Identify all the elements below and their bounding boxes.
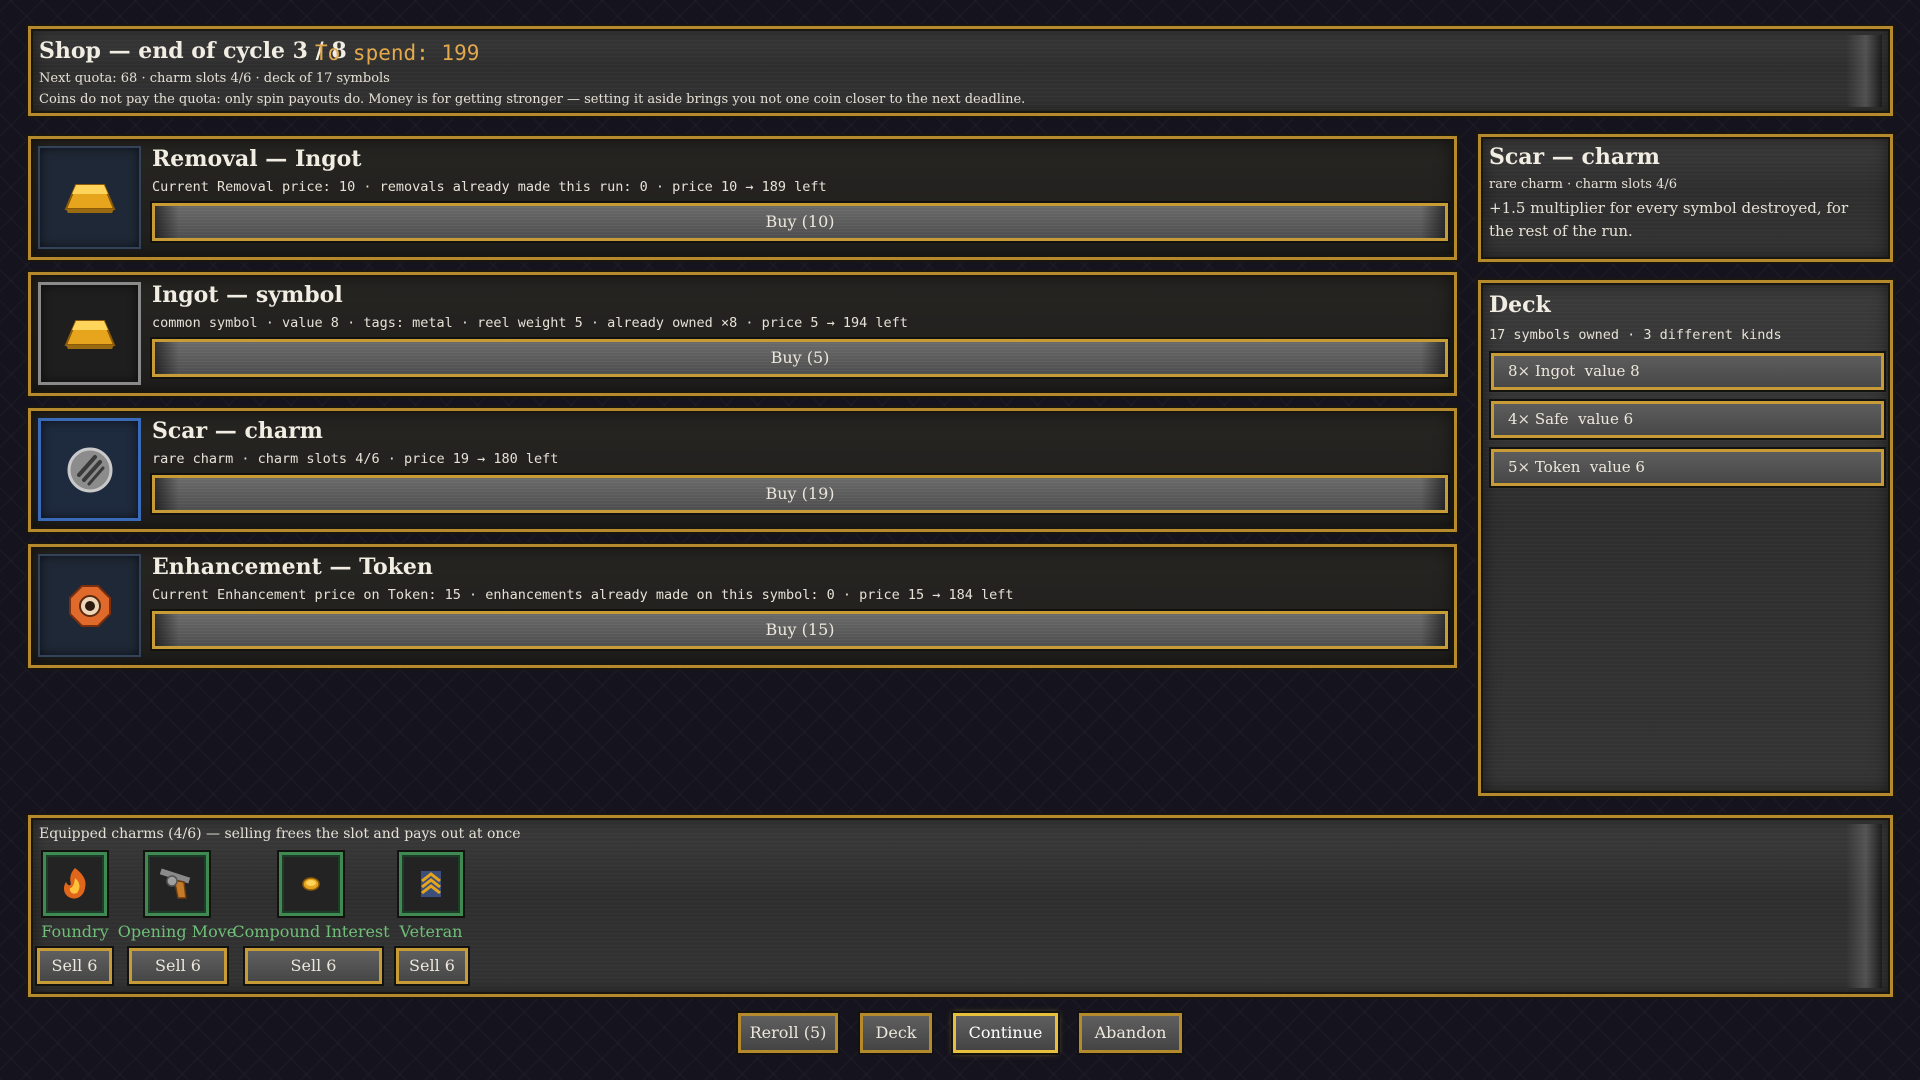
deck-panel: Deck 17 symbols owned · 3 different kind…	[1478, 280, 1893, 796]
equipped-charms-panel: Equipped charms (4/6) — selling frees th…	[28, 815, 1893, 997]
charm-veteran[interactable]	[399, 852, 463, 916]
foundry-icon	[63, 868, 86, 899]
deck-title: Deck	[1489, 292, 1551, 318]
sell-compound-interest-button[interactable]: Sell 6	[245, 948, 382, 984]
panel-edge-shade	[1846, 35, 1882, 107]
offer-title: Enhancement — Token	[152, 554, 433, 580]
offer-card-symbol: Ingot — symbol common symbol · value 8 ·…	[28, 272, 1457, 396]
offer-title: Ingot — symbol	[152, 282, 343, 308]
shop-header: Shop — end of cycle 3 / 8 To spend: 199 …	[28, 26, 1893, 116]
item-detail-panel: Scar — charm rare charm · charm slots 4/…	[1478, 134, 1893, 262]
offer-thumbnail	[38, 418, 141, 521]
detail-description: +1.5 multiplier for every symbol destroy…	[1489, 199, 1849, 240]
money-to-spend: To spend: 199	[315, 41, 480, 65]
quota-note: Coins do not pay the quota: only spin pa…	[39, 92, 1026, 107]
continue-button[interactable]: Continue	[953, 1013, 1058, 1053]
offer-thumbnail	[38, 282, 141, 385]
chevron-rank-icon	[421, 871, 441, 897]
sell-foundry-button[interactable]: Sell 6	[37, 948, 112, 984]
revolver-icon	[159, 868, 191, 899]
coin-icon	[302, 877, 320, 891]
offer-description: common symbol · value 8 · tags: metal · …	[152, 315, 908, 331]
sell-veteran-button[interactable]: Sell 6	[396, 948, 468, 984]
charms-title: Equipped charms (4/6) — selling frees th…	[39, 826, 521, 842]
offer-card-enhancement: Enhancement — Token Current Enhancement …	[28, 544, 1457, 668]
token-icon	[68, 584, 111, 627]
buy-removal-button[interactable]: Buy (10)	[152, 203, 1448, 241]
buy-charm-button[interactable]: Buy (19)	[152, 475, 1448, 513]
quota-info: Next quota: 68 · charm slots 4/6 · deck …	[39, 71, 390, 86]
offer-description: Current Enhancement price on Token: 15 ·…	[152, 587, 1014, 603]
deck-button[interactable]: Deck	[860, 1013, 932, 1053]
sell-opening-move-button[interactable]: Sell 6	[129, 948, 227, 984]
detail-subtitle: rare charm · charm slots 4/6	[1489, 177, 1678, 192]
panel-edge-shade	[1846, 824, 1882, 988]
gold-ingot-icon	[64, 183, 115, 213]
deck-summary: 17 symbols owned · 3 different kinds	[1489, 327, 1782, 343]
gold-ingot-icon	[64, 319, 115, 349]
deck-item-token[interactable]: 5× Token value 6	[1491, 449, 1884, 486]
offer-description: rare charm · charm slots 4/6 · price 19 …	[152, 451, 559, 467]
deck-item-safe[interactable]: 4× Safe value 6	[1491, 401, 1884, 438]
offer-title: Removal — Ingot	[152, 146, 362, 172]
page-title: Shop — end of cycle 3 / 8	[39, 38, 347, 64]
detail-title: Scar — charm	[1489, 144, 1660, 170]
offer-thumbnail	[38, 146, 141, 249]
abandon-button[interactable]: Abandon	[1079, 1013, 1182, 1053]
charm-name: Veteran	[399, 922, 463, 941]
reroll-button[interactable]: Reroll (5)	[738, 1013, 838, 1053]
offer-thumbnail	[38, 554, 141, 657]
buy-enhancement-button[interactable]: Buy (15)	[152, 611, 1448, 649]
charm-compound-interest[interactable]	[279, 852, 343, 916]
charm-name: Opening Move	[117, 922, 237, 941]
deck-item-ingot[interactable]: 8× Ingot value 8	[1491, 353, 1884, 390]
offer-title: Scar — charm	[152, 418, 323, 444]
offer-card-charm: Scar — charm rare charm · charm slots 4/…	[28, 408, 1457, 532]
charm-name: Foundry	[41, 922, 109, 941]
offer-card-removal: Removal — Ingot Current Removal price: 1…	[28, 136, 1457, 260]
charm-name: Compound Interest	[232, 922, 390, 941]
scar-icon	[67, 447, 112, 492]
charm-opening-move[interactable]	[145, 852, 209, 916]
buy-symbol-button[interactable]: Buy (5)	[152, 339, 1448, 377]
charm-foundry[interactable]	[43, 852, 107, 916]
offer-description: Current Removal price: 10 · removals alr…	[152, 179, 827, 195]
